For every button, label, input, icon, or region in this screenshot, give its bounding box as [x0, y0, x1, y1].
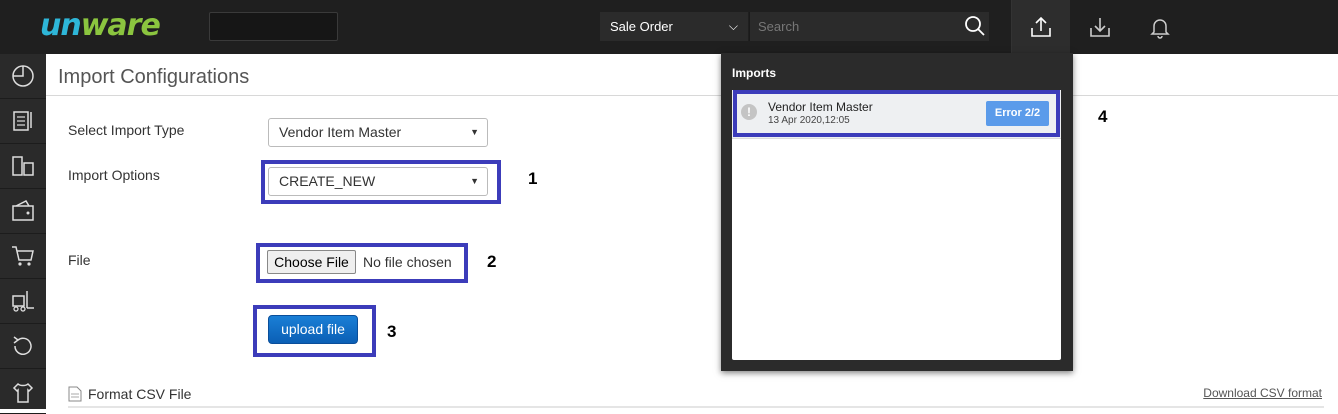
upload-button[interactable]: [1012, 0, 1070, 54]
returns-icon: [13, 336, 32, 355]
download-csv-link[interactable]: Download CSV format: [1203, 386, 1322, 400]
document-icon: [68, 386, 82, 402]
top-navigation-bar: unware Sale Order ⌵: [0, 0, 1338, 54]
workspace-selector[interactable]: [209, 12, 338, 41]
annotation-number-2: 2: [487, 252, 497, 271]
dashboard-icon: [12, 65, 34, 87]
unicommerce-logo[interactable]: unware: [40, 9, 161, 43]
caret-down-icon: ▼: [470, 127, 479, 137]
sidebar-item-warehouse[interactable]: [0, 279, 46, 324]
sidebar-item-orders[interactable]: [0, 99, 46, 144]
sidebar: [0, 54, 46, 414]
module-select-value: Sale Order: [610, 19, 673, 34]
notifications-button[interactable]: [1131, 0, 1189, 54]
sidebar-item-returns[interactable]: [0, 324, 46, 369]
annotation-number-4: 4: [1098, 107, 1108, 126]
page-title: Import Configurations: [58, 66, 250, 88]
highlight-box-1: [261, 160, 501, 204]
download-button[interactable]: [1071, 0, 1129, 54]
format-csv-row: Format CSV File Download CSV format: [68, 384, 1324, 409]
orders-icon: [13, 111, 32, 131]
highlight-box-2: [256, 243, 468, 283]
sidebar-item-inventory[interactable]: [0, 144, 46, 189]
highlight-box-4: [733, 90, 1060, 137]
download-icon: [1090, 18, 1110, 37]
sidebar-item-apparel[interactable]: [0, 369, 46, 414]
annotation-number-1: 1: [528, 169, 538, 188]
main-content: Import Configurations Select Import Type…: [46, 54, 1338, 409]
search-icon[interactable]: [964, 15, 986, 37]
sidebar-item-cart[interactable]: [0, 234, 46, 279]
bell-icon: [1150, 19, 1170, 39]
wallet-icon: [12, 200, 34, 221]
import-type-value: Vendor Item Master: [279, 124, 402, 140]
inventory-icon: [12, 156, 34, 176]
highlight-box-3: [253, 305, 376, 357]
shirt-icon: [12, 382, 34, 403]
import-type-select[interactable]: Vendor Item Master ▼: [268, 118, 488, 147]
import-options-label: Import Options: [68, 167, 160, 183]
cart-icon: [12, 246, 34, 266]
imports-dropdown-title: Imports: [732, 66, 777, 80]
forklift-icon: [12, 291, 34, 312]
upload-icon: [1031, 16, 1051, 37]
search-input[interactable]: [749, 12, 989, 41]
title-divider: [46, 95, 1338, 96]
sidebar-item-dashboard[interactable]: [0, 54, 46, 99]
csv-divider: [68, 406, 1324, 408]
annotation-number-3: 3: [387, 322, 397, 341]
format-csv-label: Format CSV File: [88, 386, 192, 402]
chevron-down-icon: ⌵: [728, 19, 738, 33]
sidebar-item-wallet[interactable]: [0, 189, 46, 234]
module-select[interactable]: Sale Order ⌵: [600, 12, 748, 41]
import-type-label: Select Import Type: [68, 122, 185, 138]
file-label: File: [68, 252, 91, 268]
